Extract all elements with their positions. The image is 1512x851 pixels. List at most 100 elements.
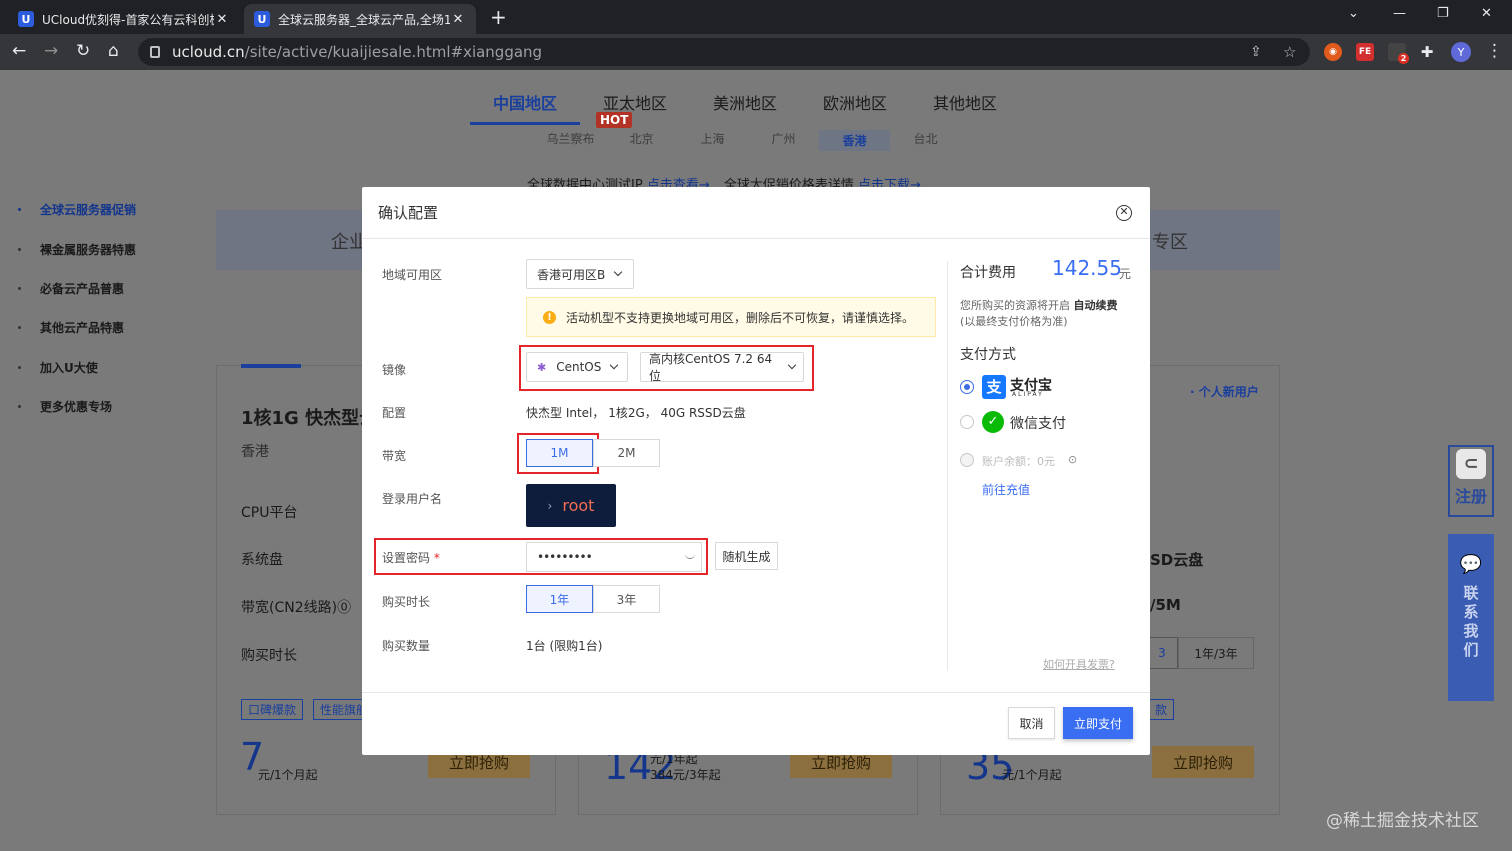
tab-americas[interactable]: 美洲地区 [690,90,800,125]
sidebar-item[interactable]: 裸金属服务器特惠 [0,229,165,268]
close-window-icon[interactable]: ✕ [1481,6,1492,21]
logo-icon: ⊂ [1456,449,1486,479]
alipay-sub: ALIPAY [1012,391,1044,398]
duration-option-1y[interactable]: 1年 [526,585,593,613]
extension-icon[interactable]: ◉ [1324,43,1342,61]
quantity-value: 1台 (限购1台) [526,639,603,653]
city-tab[interactable]: 乌兰察布 [535,130,606,151]
restore-icon[interactable]: ❐ [1437,6,1449,21]
warning-text: 活动机型不支持更换地域可用区，删除后不可恢复，请谨慎选择。 [566,310,915,325]
bg-tag: 性能旗舰 [313,699,363,720]
chevron-down-icon [613,267,623,277]
fe-extension-icon[interactable]: FE [1356,43,1374,61]
tab-china[interactable]: 中国地区 [470,90,580,125]
extension-badge-icon[interactable]: 2 [1388,43,1409,64]
divider [947,261,948,671]
footer-divider [362,692,1150,693]
watermark: @稀土掘金技术社区 [1326,811,1479,831]
config-value: 快杰型 Intel， 1核2G， 40G RSSD云盘 [526,406,746,420]
bg-row: 系统盘 [241,552,283,568]
balance-label: 账户余额：0元 [982,455,1055,468]
duration-label: 购买时长 [382,595,431,609]
close-icon[interactable]: ✕ [1116,205,1132,221]
login-user-value: › root [526,484,616,527]
city-tab[interactable]: 台北 [890,130,961,151]
invoice-link[interactable]: 如何开具发票? [1043,656,1115,672]
reload-icon[interactable]: ↻ [76,41,90,61]
browser-tab[interactable]: U UCloud优刻得-首家公有云科创板 ✕ [8,4,240,34]
auto-renew-bold: 自动续费 [1073,299,1118,312]
tab-europe[interactable]: 欧洲地区 [800,90,910,125]
recharge-link[interactable]: 前往充值 [982,481,1030,498]
sidebar-item[interactable]: 加入U大使 [0,348,165,387]
zone-value: 香港可用区B [537,267,606,282]
os-select[interactable]: ✱ CentOS [526,352,628,382]
sidebar-item[interactable]: 必备云产品普惠 [0,269,165,308]
zone-select[interactable]: 香港可用区B [526,259,634,289]
chat-icon: 💬 [1459,554,1483,575]
bg-period-partial: 3 [1146,637,1178,669]
close-tab-icon[interactable]: ✕ [214,12,230,27]
auto-renew-note: 您所购买的资源将开启 自动续费 [960,297,1140,313]
required-mark: * [433,551,440,565]
menu-kebab-icon[interactable]: ⋮ [1486,41,1503,61]
duration-option-3y[interactable]: 3年 [593,585,660,613]
wechat-label[interactable]: 微信支付 [1010,413,1066,433]
city-tab-active[interactable]: 香港 [819,130,890,151]
city-tab[interactable]: 上海 [677,130,748,151]
balance-radio[interactable] [960,453,974,467]
puzzle-extensions-icon[interactable]: ✚ [1418,43,1436,61]
zone-label: 地域可用区 [382,268,443,282]
contact-label: 联系我们 [1461,585,1480,661]
address-bar[interactable]: ucloud.cn/site/active/kuaijiesale.html#x… [138,38,1310,66]
url-domain: ucloud.cn [172,43,245,61]
bg-tag: 款 [1148,699,1175,720]
pay-now-button[interactable]: 立即支付 [1063,707,1133,739]
login-user-label: 登录用户名 [382,492,443,506]
os-version-select[interactable]: 高内核CentOS 7.2 64位 [640,352,804,383]
password-label: 设置密码 * [382,549,440,566]
wechat-pay-icon: ✓ [982,411,1004,433]
bg-card-region: 香港 [241,444,269,460]
sidebar-item[interactable]: 全球云服务器促销 [0,190,165,229]
chevron-right-icon: › [547,498,553,513]
alipay-radio[interactable] [960,380,974,394]
city-tab[interactable]: 广州 [748,130,819,151]
register-float[interactable]: ⊂ 注册 [1448,445,1494,517]
city-tab[interactable]: 北京 [606,130,677,151]
buy-now-button[interactable]: 立即抢购 [1152,746,1254,778]
refresh-icon[interactable]: ⊙ [1068,453,1077,466]
register-label: 注册 [1454,487,1487,506]
contact-us-float[interactable]: 💬 联系我们 [1448,534,1494,701]
random-generate-button[interactable]: 随机生成 [715,542,778,570]
minimize-icon[interactable]: — [1393,6,1406,21]
browser-tab-active[interactable]: U 全球云服务器_全球云产品,全场1折 ✕ [244,4,476,34]
url-path: /site/active/kuaijiesale.html#xianggang [244,43,543,61]
tab-search-icon[interactable]: ⌄ [1348,6,1359,21]
browser-toolbar: ← → ↻ ⌂ ucloud.cn/site/active/kuaijiesal… [0,34,1512,70]
warning-banner: ! 活动机型不支持更换地域可用区，删除后不可恢复，请谨慎选择。 [526,297,936,337]
sidebar-item[interactable]: 其他云产品特惠 [0,308,165,347]
bandwidth-option-2m[interactable]: 2M [593,439,660,467]
tab-title: 全球云服务器_全球云产品,全场1折 [278,12,450,27]
eye-closed-icon[interactable] [685,554,695,559]
tab-other[interactable]: 其他地区 [910,90,1020,125]
close-tab-icon[interactable]: ✕ [450,12,466,27]
bg-row: CPU平台 [241,505,298,521]
profile-avatar[interactable]: Y [1451,42,1471,62]
wechat-radio[interactable] [960,415,974,429]
cancel-button[interactable]: 取消 [1008,707,1055,739]
home-icon[interactable]: ⌂ [108,41,119,61]
new-tab-icon[interactable]: + [490,5,507,29]
password-input[interactable]: ••••••••• [526,542,702,572]
bg-right-tag-text: 个人新用户 [1198,385,1259,399]
bookmark-star-icon[interactable]: ☆ [1283,43,1296,61]
share-icon[interactable]: ⇪ [1250,44,1262,60]
bandwidth-option-1m[interactable]: 1M [526,439,593,467]
dialog-title: 确认配置 [378,204,439,222]
back-icon[interactable]: ← [12,41,26,61]
forward-icon[interactable]: → [44,41,58,61]
sidebar-item[interactable]: 更多优惠专场 [0,387,165,426]
bg-right-bw: /5M [1150,596,1181,614]
city-tabs: 乌兰察布 北京 上海 广州 香港 台北 [535,130,961,151]
